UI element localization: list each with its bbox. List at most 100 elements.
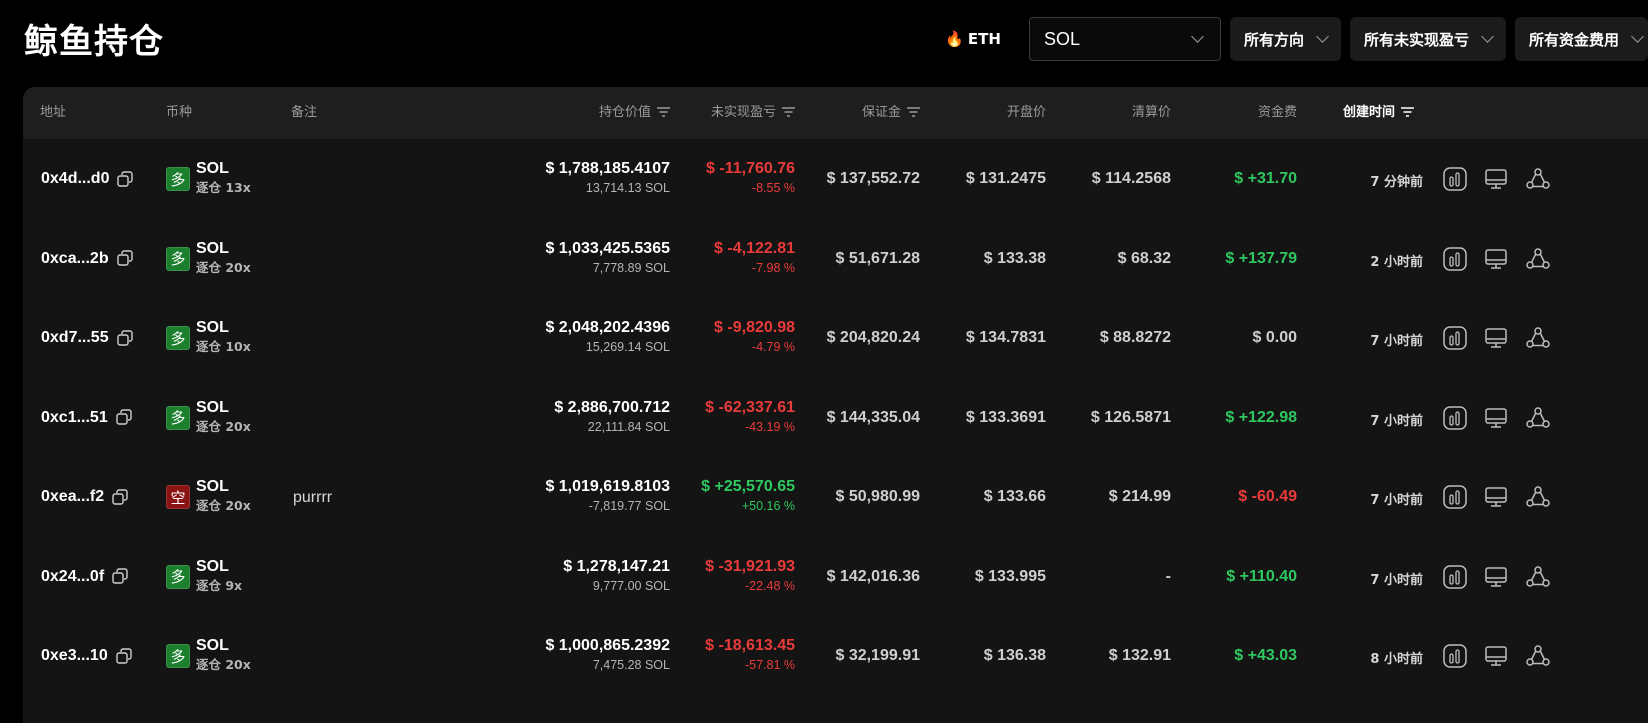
direction-badge: 多 <box>166 644 190 668</box>
unrealized-pnl-percent: -22.48 % <box>744 578 795 593</box>
share-icon[interactable] <box>1525 484 1551 510</box>
funding-dropdown[interactable]: 所有资金费用 <box>1514 17 1648 61</box>
chart-icon[interactable] <box>1442 166 1468 192</box>
hot-coin-eth[interactable]: 🔥 ETH <box>945 30 1001 48</box>
entry-price-cell: $ 133.38 <box>983 249 1046 267</box>
chart-icon[interactable] <box>1442 643 1468 669</box>
unrealized-pnl: $ -9,820.98 <box>714 319 795 336</box>
entry-price-cell: $ 136.38 <box>983 647 1046 664</box>
monitor-icon[interactable] <box>1483 484 1509 510</box>
direction-dropdown-label: 所有方向 <box>1243 30 1304 49</box>
position-value-cell: $ 2,886,700.712 22,111.84 SOL <box>554 398 670 436</box>
unrealized-pnl: $ -11,760.76 <box>706 160 795 177</box>
wallet-address[interactable]: 0xe3...10 <box>41 647 108 665</box>
share-icon[interactable] <box>1525 246 1551 272</box>
share-icon[interactable] <box>1525 564 1551 590</box>
share-icon[interactable] <box>1525 643 1551 669</box>
col-position-value[interactable]: 持仓价值 <box>599 87 670 139</box>
pnl-dropdown[interactable]: 所有未实现盈亏 <box>1349 17 1506 61</box>
unrealized-pnl-cell: $ -18,613.45 -57.81 % <box>705 636 795 674</box>
position-value-cell: $ 1,278,147.21 9,777.00 SOL <box>563 557 670 595</box>
monitor-icon[interactable] <box>1483 325 1509 351</box>
entry-price-cell: $ 133.66 <box>983 488 1046 505</box>
position-size: 7,475.28 SOL <box>592 658 670 672</box>
filter-icon <box>1401 107 1415 117</box>
unrealized-pnl-cell: $ +25,570.65 +50.16 % <box>701 477 795 515</box>
coin-select[interactable]: SOL <box>1028 17 1221 61</box>
chevron-down-icon <box>1191 30 1204 43</box>
coin-symbol: SOL <box>196 239 229 257</box>
entry-price-cell: $ 133.3691 <box>965 408 1046 426</box>
funding-cell: $ +137.79 <box>1225 249 1297 267</box>
copy-icon[interactable] <box>116 409 133 426</box>
direction-dropdown[interactable]: 所有方向 <box>1229 17 1341 61</box>
liq-price-cell: $ 68.32 <box>1117 249 1171 267</box>
wallet-address[interactable]: 0xc1...51 <box>41 409 108 427</box>
copy-icon[interactable] <box>112 568 129 585</box>
position-size: -7,819.77 SOL <box>588 499 670 513</box>
unrealized-pnl-cell: $ -62,337.61 -43.19 % <box>705 398 795 436</box>
copy-icon[interactable] <box>116 647 133 665</box>
monitor-icon[interactable] <box>1483 564 1509 590</box>
share-icon[interactable] <box>1525 325 1551 351</box>
address-cell: 0xca...2b <box>41 250 134 268</box>
chart-icon[interactable] <box>1442 405 1468 431</box>
monitor-icon[interactable] <box>1483 166 1509 192</box>
monitor-icon[interactable] <box>1483 246 1509 272</box>
liq-price-cell: $ 126.5871 <box>1090 408 1171 426</box>
liq-price-cell: $ 88.8272 <box>1099 329 1171 346</box>
unrealized-pnl-percent: -8.55 % <box>751 181 795 195</box>
table-row[interactable]: 0xca...2b 多 SOL 逐仓 20x $ 1,033,425.5365 7,778… <box>23 219 1648 299</box>
position-value: $ 1,788,185.4107 <box>545 160 670 177</box>
wallet-address[interactable]: 0x24...0f <box>41 568 104 586</box>
copy-icon[interactable] <box>116 329 134 347</box>
position-size: 9,777.00 SOL <box>592 578 670 593</box>
wallet-address[interactable]: 0xea...f2 <box>41 488 104 506</box>
table-row[interactable]: 0xea...f2 空 SOL 逐仓 20x purrrr $ 1,019,619.810… <box>23 457 1648 537</box>
chevron-down-icon <box>1631 30 1644 43</box>
share-icon[interactable] <box>1525 166 1551 192</box>
chevron-down-icon <box>1481 30 1494 43</box>
table-row[interactable]: 0xe3...10 多 SOL 逐仓 20x $ 1,000,865.2392 7,475… <box>23 616 1648 696</box>
coin-cell: SOL 逐仓 9x <box>196 557 242 595</box>
chart-icon[interactable] <box>1442 564 1468 590</box>
filter-icon <box>782 107 795 117</box>
chart-icon[interactable] <box>1442 325 1468 351</box>
monitor-icon[interactable] <box>1483 643 1509 669</box>
copy-icon[interactable] <box>112 488 129 506</box>
liq-price-cell: - <box>1165 567 1171 585</box>
table-row[interactable]: 0x24...0f 多 SOL 逐仓 9x $ 1,278,147.21 9,777.00… <box>23 537 1648 617</box>
funding-cell: $ +110.40 <box>1226 567 1297 585</box>
unrealized-pnl-cell: $ -9,820.98 -4.79 % <box>714 318 795 356</box>
col-liq-price: 清算价 <box>1131 105 1171 120</box>
liq-price-cell: $ 214.99 <box>1108 488 1171 505</box>
leverage-label: 逐仓 20x <box>196 418 251 434</box>
entry-price-cell: $ 131.2475 <box>965 170 1046 187</box>
share-icon[interactable] <box>1525 405 1551 431</box>
wallet-address[interactable]: 0xd7...55 <box>41 329 109 347</box>
address-cell: 0xe3...10 <box>41 647 133 665</box>
direction-badge: 多 <box>166 246 190 271</box>
created-time-cell: 7 小时前 <box>1370 334 1423 349</box>
col-unrealized-pnl[interactable]: 未实现盈亏 <box>711 87 795 139</box>
table-row[interactable]: 0xd7...55 多 SOL 逐仓 10x $ 2,048,202.4396 15,26… <box>23 298 1648 378</box>
coin-symbol: SOL <box>196 398 229 416</box>
copy-icon[interactable] <box>117 170 134 188</box>
wallet-address[interactable]: 0xca...2b <box>41 250 109 268</box>
wallet-address[interactable]: 0x4d...d0 <box>41 170 109 188</box>
table-row[interactable]: 0x4d...d0 多 SOL 逐仓 13x $ 1,788,185.4107 13,71… <box>23 139 1648 219</box>
position-value: $ 1,019,619.8103 <box>545 478 670 495</box>
monitor-icon[interactable] <box>1483 405 1509 431</box>
col-entry-price: 开盘价 <box>1006 105 1046 120</box>
chart-icon[interactable] <box>1442 246 1468 272</box>
col-created-time[interactable]: 创建时间 <box>1343 87 1415 139</box>
funding-dropdown-label: 所有资金费用 <box>1528 30 1619 49</box>
coin-symbol: SOL <box>196 319 229 336</box>
chart-icon[interactable] <box>1442 484 1468 510</box>
copy-icon[interactable] <box>116 250 134 267</box>
filter-bar: 🔥 ETH SOL 所有方向 所有未实现盈亏 所有资金费用 <box>945 17 1648 61</box>
col-margin[interactable]: 保证金 <box>862 87 920 139</box>
position-value: $ 2,048,202.4396 <box>545 319 670 336</box>
table-row[interactable]: 0xc1...51 多 SOL 逐仓 20x $ 2,886,700.712 22,111… <box>23 378 1648 458</box>
created-time-cell: 7 分钟前 <box>1370 175 1423 190</box>
